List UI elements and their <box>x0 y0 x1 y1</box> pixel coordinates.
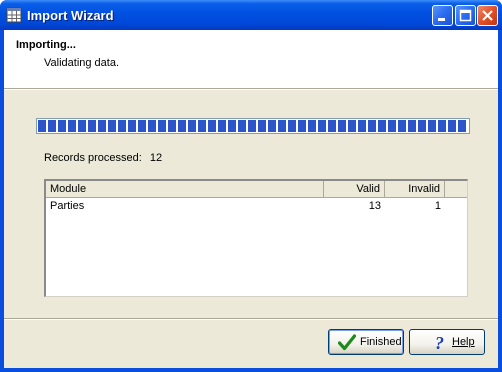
import-wizard-window: Import Wizard Importing... Validating da… <box>0 0 502 372</box>
list-header: Module Valid Invalid <box>46 181 467 198</box>
finished-label: Finished <box>360 336 402 348</box>
column-header-invalid[interactable]: Invalid <box>385 181 445 197</box>
help-label: Help <box>452 336 475 348</box>
results-list[interactable]: Module Valid Invalid Parties 13 1 <box>44 179 468 297</box>
question-icon: ? <box>435 334 444 352</box>
grid-icon <box>6 7 22 23</box>
help-button[interactable]: ? Help <box>409 329 485 355</box>
close-button[interactable] <box>477 5 498 26</box>
footer-separator <box>4 318 498 320</box>
header-subtitle: Validating data. <box>44 57 120 69</box>
title-bar[interactable]: Import Wizard <box>0 0 502 30</box>
column-header-valid[interactable]: Valid <box>324 181 385 197</box>
column-header-module[interactable]: Module <box>46 181 324 197</box>
svg-text:?: ? <box>435 334 444 352</box>
header-title: Importing... <box>16 39 76 51</box>
maximize-button[interactable] <box>455 5 476 26</box>
header-divider <box>4 89 498 90</box>
progress-fill <box>38 120 468 132</box>
close-icon <box>482 10 493 21</box>
window-title: Import Wizard <box>27 8 114 23</box>
cell-invalid: 1 <box>434 200 441 212</box>
minimize-button[interactable] <box>432 5 453 26</box>
maximize-icon <box>459 9 472 22</box>
progress-bar <box>36 118 470 134</box>
finished-button[interactable]: Finished <box>328 329 404 355</box>
table-row[interactable]: Parties 13 1 <box>46 198 467 214</box>
wizard-header: Importing... Validating data. <box>4 30 498 89</box>
client-area: Importing... Validating data. Records pr… <box>4 30 498 368</box>
records-label: Records processed: <box>44 152 142 164</box>
minimize-icon <box>438 18 445 21</box>
cell-valid: 13 <box>368 200 381 212</box>
records-processed: Records processed: 12 <box>44 152 162 164</box>
records-value: 12 <box>149 152 163 164</box>
check-icon <box>338 334 356 351</box>
cell-module: Parties <box>50 200 85 212</box>
